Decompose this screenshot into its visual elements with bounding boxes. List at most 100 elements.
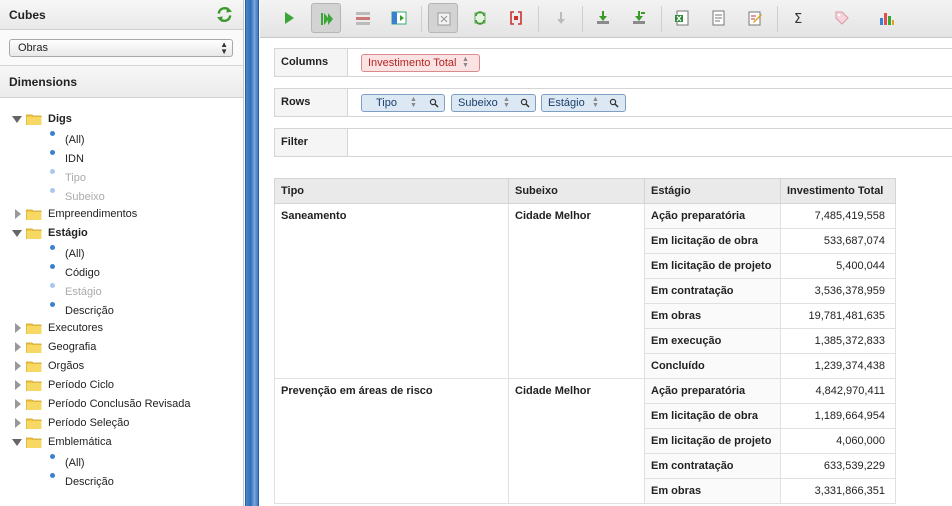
row-header-tipo[interactable]: Saneamento xyxy=(274,203,509,379)
tree-dimension[interactable]: Empreendimentos xyxy=(0,205,243,224)
tree-level-label[interactable]: Descrição xyxy=(65,305,114,317)
show-mdx-button[interactable] xyxy=(501,3,531,33)
export-csv-button[interactable] xyxy=(703,3,733,33)
tree-dimension[interactable]: Executores xyxy=(0,319,243,338)
value-cell[interactable]: 533,687,074 xyxy=(780,228,896,254)
tree-dimension[interactable]: Digs xyxy=(0,110,243,129)
value-cell[interactable]: 3,331,866,351 xyxy=(780,478,896,504)
row-header-estagio[interactable]: Ação preparatória xyxy=(644,378,781,404)
tree-dimension[interactable]: Orgãos xyxy=(0,357,243,376)
tree-level[interactable]: IDN xyxy=(0,148,243,167)
tree-dimension-label[interactable]: Período Conclusão Revisada xyxy=(48,398,190,410)
tree-level-label[interactable]: (All) xyxy=(65,248,85,260)
drill-through-button[interactable] xyxy=(624,3,654,33)
header-tipo[interactable]: Tipo xyxy=(274,178,509,204)
expanded-triangle-icon[interactable] xyxy=(12,439,22,446)
rows-chip-estagio[interactable]: Estágio ▲ ▼ xyxy=(541,94,626,112)
tree-dimension-label[interactable]: Emblemática xyxy=(48,436,112,448)
tree-level[interactable]: (All) xyxy=(0,452,243,471)
row-header-estagio[interactable]: Em licitação de projeto xyxy=(644,428,781,454)
tree-dimension-label[interactable]: Período Ciclo xyxy=(48,379,114,391)
tree-dimension-label[interactable]: Empreendimentos xyxy=(48,208,137,220)
tags-button[interactable] xyxy=(827,3,857,33)
tree-dimension-label[interactable]: Orgãos xyxy=(48,360,84,372)
collapsed-triangle-icon[interactable] xyxy=(15,323,21,333)
export-xls-button[interactable] xyxy=(667,3,697,33)
non-empty-button[interactable] xyxy=(428,3,458,33)
value-cell[interactable]: 633,539,229 xyxy=(780,453,896,479)
rows-chip-tipo[interactable]: Tipo ▲ ▼ xyxy=(361,94,445,112)
collapsed-triangle-icon[interactable] xyxy=(15,342,21,352)
tree-dimension[interactable]: Emblemática xyxy=(0,433,243,452)
collapsed-triangle-icon[interactable] xyxy=(15,380,21,390)
refresh-icon[interactable] xyxy=(216,6,233,23)
header-subeixo[interactable]: Subeixo xyxy=(508,178,645,204)
row-header-estagio[interactable]: Em execução xyxy=(644,328,781,354)
row-header-estagio[interactable]: Em licitação de projeto xyxy=(644,253,781,279)
automatic-execution-button[interactable] xyxy=(311,3,341,33)
value-cell[interactable]: 19,781,481,635 xyxy=(780,303,896,329)
collapsed-triangle-icon[interactable] xyxy=(15,209,21,219)
tree-dimension[interactable]: Estágio xyxy=(0,224,243,243)
tree-level-label[interactable]: IDN xyxy=(65,153,84,165)
chart-button[interactable] xyxy=(872,3,902,33)
value-cell[interactable]: 4,060,000 xyxy=(780,428,896,454)
export-pdf-button[interactable] xyxy=(740,3,770,33)
tree-dimension-label[interactable]: Executores xyxy=(48,322,103,334)
search-icon[interactable] xyxy=(609,98,619,108)
tree-level[interactable]: Código xyxy=(0,262,243,281)
row-header-estagio[interactable]: Em obras xyxy=(644,303,781,329)
tree-level[interactable]: (All) xyxy=(0,129,243,148)
search-icon[interactable] xyxy=(520,98,530,108)
tree-dimension-label[interactable]: Período Seleção xyxy=(48,417,129,429)
value-cell[interactable]: 7,485,419,558 xyxy=(780,203,896,229)
tree-level-label[interactable]: (All) xyxy=(65,134,85,146)
rows-chip-subeixo[interactable]: Subeixo ▲ ▼ xyxy=(451,94,536,112)
sort-icon[interactable]: ▲ ▼ xyxy=(410,96,417,109)
row-header-estagio[interactable]: Em contratação xyxy=(644,278,781,304)
tree-dimension[interactable]: Geografia xyxy=(0,338,243,357)
value-cell[interactable]: 1,189,664,954 xyxy=(780,403,896,429)
value-cell[interactable]: 3,536,378,959 xyxy=(780,278,896,304)
panel-splitter[interactable] xyxy=(245,0,259,506)
swap-axes-button[interactable] xyxy=(465,3,495,33)
row-header-estagio[interactable]: Ação preparatória xyxy=(644,203,781,229)
header-investimento-total[interactable]: Investimento Total xyxy=(780,178,896,204)
expanded-triangle-icon[interactable] xyxy=(12,230,22,237)
tree-dimension-label[interactable]: Geografia xyxy=(48,341,96,353)
tree-level-label[interactable]: (All) xyxy=(65,457,85,469)
tree-dimension[interactable]: Período Seleção xyxy=(0,414,243,433)
search-icon[interactable] xyxy=(429,98,439,108)
value-cell[interactable]: 1,385,372,833 xyxy=(780,328,896,354)
collapsed-triangle-icon[interactable] xyxy=(15,361,21,371)
value-cell[interactable]: 5,400,044 xyxy=(780,253,896,279)
drill-down-button[interactable] xyxy=(546,3,576,33)
tree-dimension-label[interactable]: Estágio xyxy=(48,227,88,239)
tree-level-label[interactable]: Descrição xyxy=(65,476,114,488)
tree-level-label[interactable]: Código xyxy=(65,267,100,279)
cube-select[interactable]: Obras ▲ ▼ xyxy=(9,39,233,57)
sort-icon[interactable]: ▲ ▼ xyxy=(503,96,510,109)
row-header-estagio[interactable]: Concluído xyxy=(644,353,781,379)
sort-icon[interactable]: ▲ ▼ xyxy=(462,56,469,69)
tree-dimension-label[interactable]: Digs xyxy=(48,113,72,125)
row-header-estagio[interactable]: Em licitação de obra xyxy=(644,228,781,254)
totals-button[interactable]: Σ xyxy=(784,3,814,33)
tree-dimension[interactable]: Período Conclusão Revisada xyxy=(0,395,243,414)
value-cell[interactable]: 1,239,374,438 xyxy=(780,353,896,379)
expanded-triangle-icon[interactable] xyxy=(12,116,22,123)
row-header-estagio[interactable]: Em obras xyxy=(644,478,781,504)
header-estagio[interactable]: Estágio xyxy=(644,178,781,204)
toggle-sidebar-button[interactable] xyxy=(384,3,414,33)
row-header-subeixo[interactable]: Cidade Melhor xyxy=(508,203,645,379)
tree-level[interactable]: Descrição xyxy=(0,471,243,490)
row-header-estagio[interactable]: Em licitação de obra xyxy=(644,403,781,429)
collapsed-triangle-icon[interactable] xyxy=(15,418,21,428)
tree-level[interactable]: Descrição xyxy=(0,300,243,319)
sort-icon[interactable]: ▲ ▼ xyxy=(592,96,599,109)
value-cell[interactable]: 4,842,970,411 xyxy=(780,378,896,404)
tree-dimension[interactable]: Período Ciclo xyxy=(0,376,243,395)
row-header-subeixo[interactable]: Cidade Melhor xyxy=(508,378,645,504)
columns-chip-investimento-total[interactable]: Investimento Total ▲ ▼ xyxy=(361,54,480,72)
row-header-tipo[interactable]: Prevenção em áreas de risco xyxy=(274,378,509,504)
